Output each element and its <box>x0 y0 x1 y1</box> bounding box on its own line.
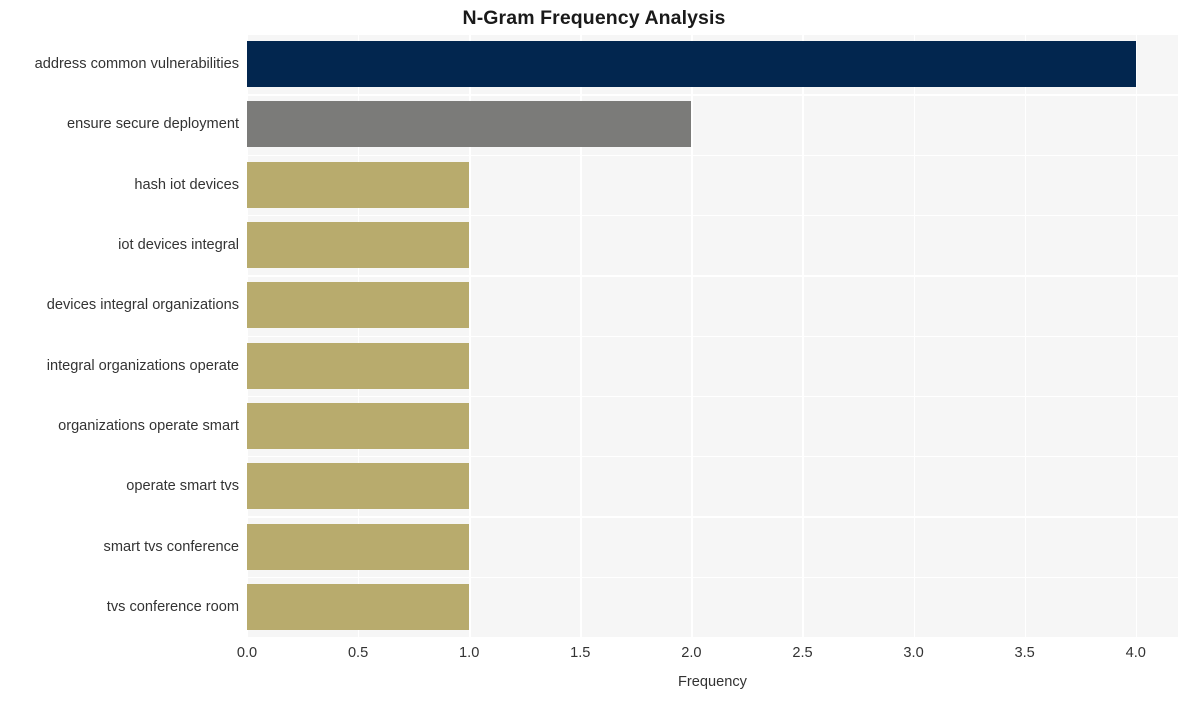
x-axis-tick-label: 0.5 <box>347 645 369 661</box>
x-axis-tick-label: 2.5 <box>792 645 813 661</box>
y-axis-tick-label: address common vulnerabilities <box>34 56 239 73</box>
y-axis-tick-label: organizations operate smart <box>58 417 239 434</box>
x-axis-tick-label: 4.0 <box>1125 645 1146 661</box>
y-axis-tick-label: hash iot devices <box>134 176 239 193</box>
y-axis-tick-label: tvs conference room <box>106 598 239 615</box>
y-axis-tick-label: smart tvs conference <box>103 538 239 555</box>
x-axis-tick-label: 3.5 <box>1014 645 1035 661</box>
y-axis-tick-label: devices integral organizations <box>46 297 239 314</box>
y-axis-tick-label: integral organizations operate <box>46 357 239 374</box>
x-axis-tick-label: 1.5 <box>570 645 591 661</box>
x-axis-tick-label: 0.0 <box>236 645 258 661</box>
y-axis-tick-label: iot devices integral <box>118 237 239 254</box>
x-axis-tick-label: 3.0 <box>903 645 924 661</box>
y-axis-labels: address common vulnerabilities ensure sec… <box>0 0 1188 701</box>
ngram-frequency-chart: N-Gram Frequency Analysis address common… <box>0 0 1188 701</box>
y-axis-tick-label: ensure secure deployment <box>67 116 239 133</box>
x-axis-tick-label: 2.0 <box>681 645 702 661</box>
x-axis-tick-label: 1.0 <box>459 645 480 661</box>
x-axis-title: Frequency <box>678 674 747 690</box>
y-axis-tick-label: operate smart tvs <box>126 478 239 495</box>
